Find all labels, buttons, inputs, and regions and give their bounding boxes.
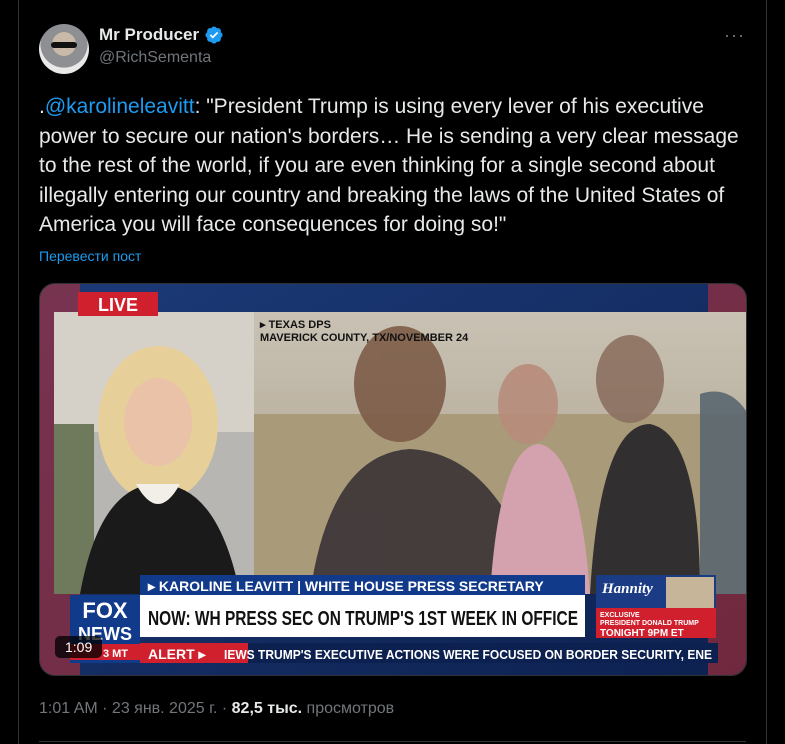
verified-badge-icon — [205, 26, 223, 44]
video-player[interactable]: LIVE ▸ TEXAS DPS MAVERICK COUNTY, TX/NOV… — [39, 283, 747, 676]
promo-line2: PRESIDENT DONALD TRUMP — [600, 620, 699, 627]
timezone-label: 3 MT — [103, 648, 128, 660]
promo-show: Hannity — [601, 581, 653, 597]
fox-logo-line1: FOX — [82, 598, 128, 623]
promo-line3: TONIGHT 9PM ET — [600, 628, 684, 639]
view-count: 82,5 тыс. — [231, 700, 303, 717]
meta-separator: · — [97, 700, 112, 717]
name-bar-text: ▸ KAROLINE LEAVITT | WHITE HOUSE PRESS S… — [147, 578, 544, 594]
tweet-meta: 1:01 AM · 23 янв. 2025 г. · 82,5 тыс. пр… — [39, 700, 394, 718]
alert-label: ALERT ▸ — [148, 646, 207, 662]
meta-separator-2: · — [217, 700, 232, 717]
location-line-2: MAVERICK COUNTY, TX/NOVEMBER 24 — [260, 332, 469, 344]
promo-line1: EXCLUSIVE — [600, 612, 640, 619]
location-line-1: ▸ TEXAS DPS — [259, 319, 331, 331]
tweet-time[interactable]: 1:01 AM — [39, 700, 98, 717]
divider — [39, 741, 746, 742]
ticker-text: IEWS TRUMP'S EXECUTIVE ACTIONS WERE FOCU… — [224, 647, 712, 662]
more-options-icon[interactable]: ··· — [724, 25, 745, 46]
avatar-glasses — [51, 42, 77, 48]
anchor-face — [124, 378, 192, 466]
avatar[interactable] — [39, 24, 89, 74]
headline-text: NOW: WH PRESS SEC ON TRUMP'S 1ST WEEK IN… — [148, 608, 578, 630]
video-duration: 1:09 — [55, 636, 103, 658]
views-label: просмотров — [302, 700, 395, 717]
live-label: LIVE — [98, 295, 138, 315]
author-block[interactable]: Mr Producer @RichSementa — [99, 25, 224, 67]
tweet-date[interactable]: 23 янв. 2025 г. — [112, 700, 218, 717]
tweet-text: .@karolineleavitt: "President Trump is u… — [39, 92, 745, 240]
display-name-row[interactable]: Mr Producer — [99, 25, 224, 45]
video-frame: LIVE ▸ TEXAS DPS MAVERICK COUNTY, TX/NOV… — [40, 284, 746, 675]
translate-post-link[interactable]: Перевести пост — [39, 248, 141, 264]
display-name[interactable]: Mr Producer — [99, 25, 199, 45]
author-handle[interactable]: @RichSementa — [99, 49, 224, 67]
mention-link[interactable]: @karolineleavitt — [45, 95, 195, 118]
